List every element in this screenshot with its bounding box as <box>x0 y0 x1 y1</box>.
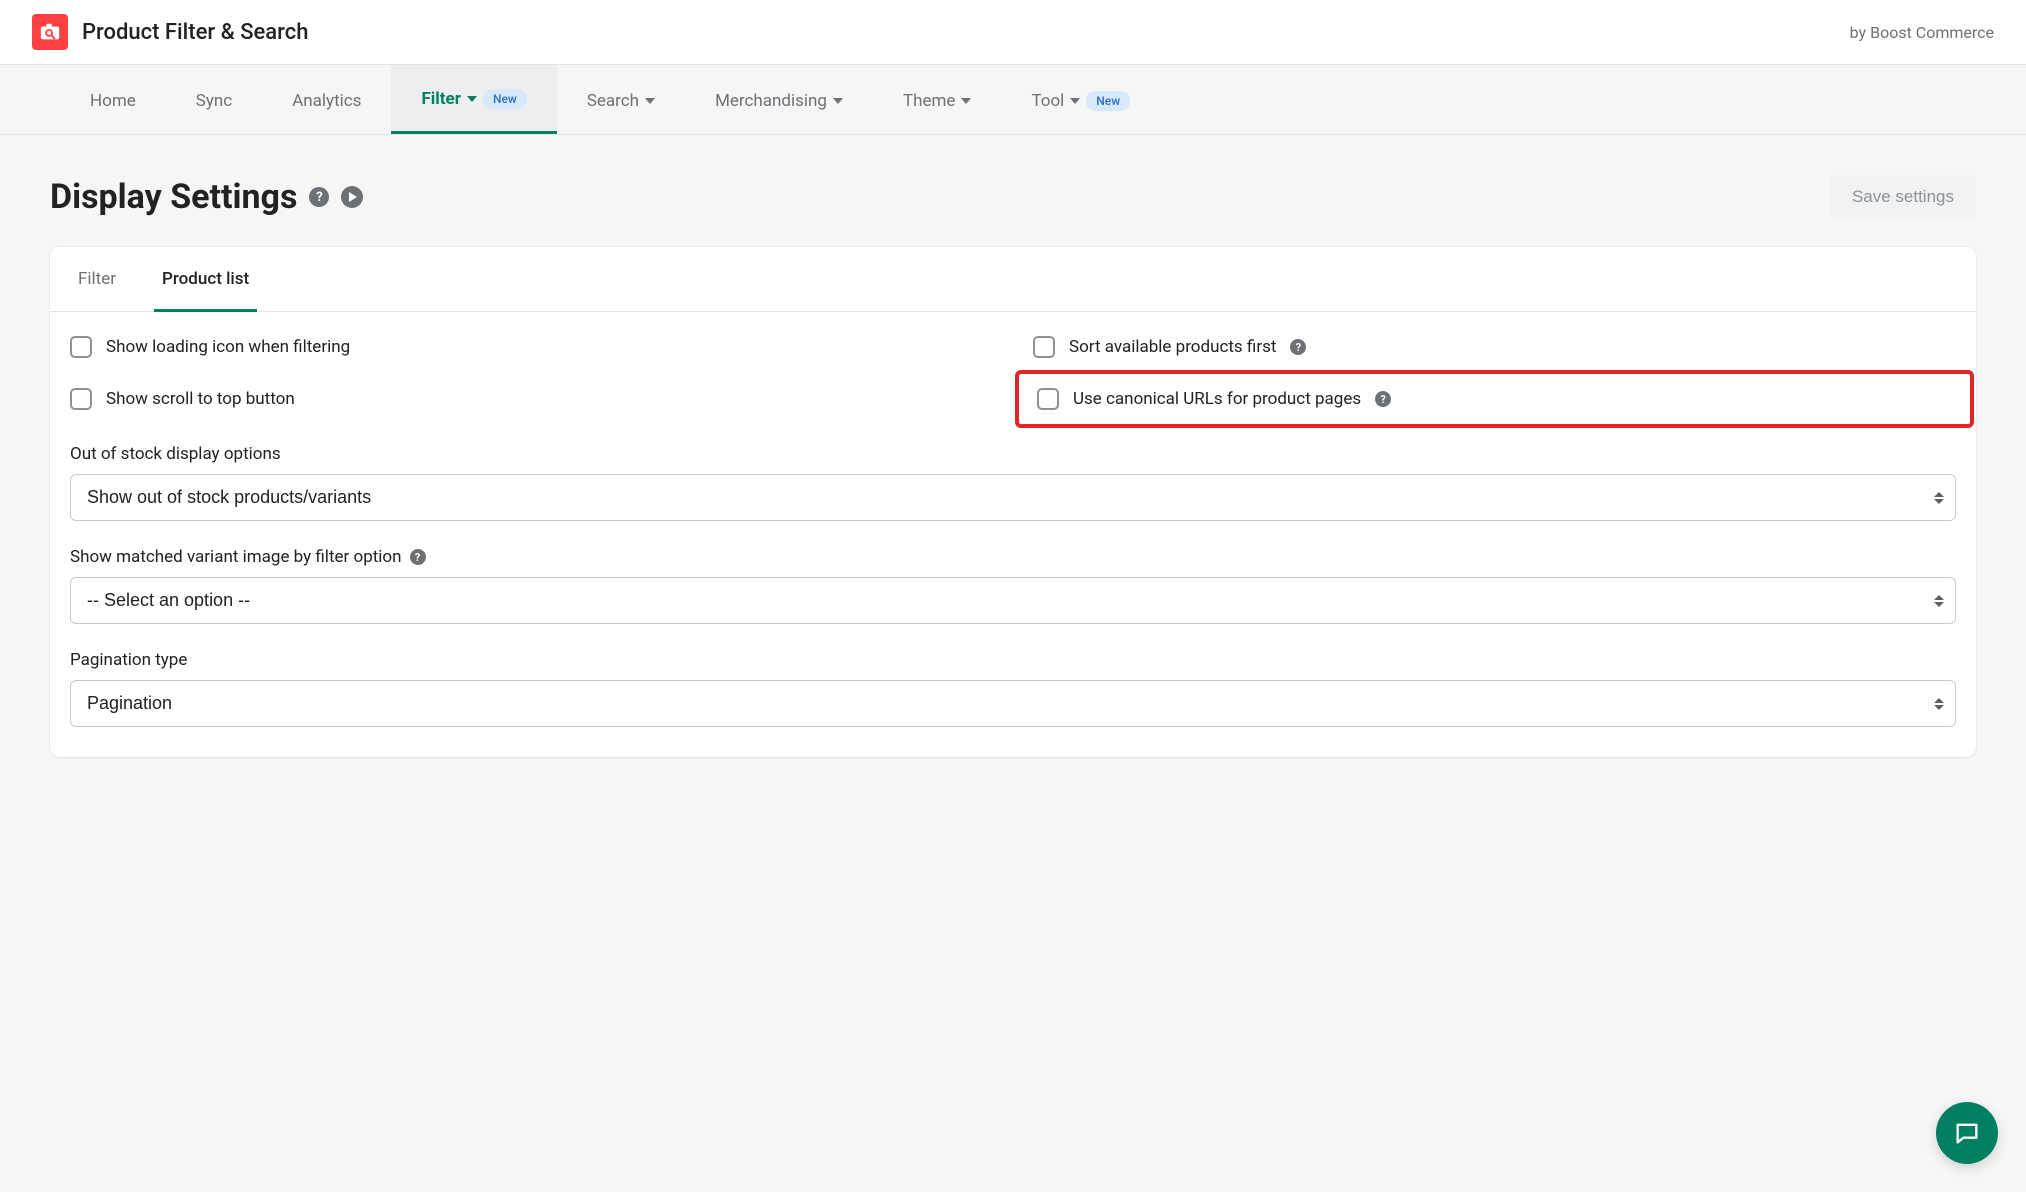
chevron-down-icon <box>833 98 843 104</box>
select-arrows-icon <box>1934 595 1944 607</box>
nav-merchandising[interactable]: Merchandising <box>685 65 873 134</box>
checkbox-label: Sort available products first <box>1069 337 1276 357</box>
page-title: Display Settings <box>50 177 297 217</box>
checkbox-grid: Show loading icon when filtering Sort av… <box>70 336 1956 414</box>
select-variant-image[interactable]: -- Select an option -- <box>70 577 1956 624</box>
tab-product-list[interactable]: Product list <box>154 247 257 311</box>
checkbox-canonical-urls[interactable]: Use canonical URLs for product pages ? <box>1037 388 1952 410</box>
select-pagination-type[interactable]: Pagination <box>70 680 1956 727</box>
help-icon[interactable]: ? <box>1375 391 1391 407</box>
app-logo <box>32 14 68 50</box>
new-badge: New <box>483 89 527 109</box>
settings-card: Filter Product list Show loading icon wh… <box>50 247 1976 757</box>
app-byline: by Boost Commerce <box>1850 23 1994 42</box>
chevron-down-icon <box>1070 98 1080 104</box>
field-out-of-stock: Out of stock display options Show out of… <box>70 444 1956 521</box>
nav-analytics[interactable]: Analytics <box>262 65 391 134</box>
field-label: Out of stock display options <box>70 444 1956 464</box>
card-body: Show loading icon when filtering Sort av… <box>50 312 1976 757</box>
nav-filter[interactable]: Filter New <box>391 65 556 134</box>
brand: Product Filter & Search <box>32 14 308 50</box>
chevron-down-icon <box>467 96 477 102</box>
play-video-icon[interactable] <box>341 186 363 208</box>
label-text: Out of stock display options <box>70 444 281 464</box>
checkbox-icon <box>70 336 92 358</box>
chat-icon <box>1953 1119 1981 1147</box>
help-icon[interactable]: ? <box>410 549 426 565</box>
nav-search[interactable]: Search <box>557 65 685 134</box>
nav-label: Tool <box>1031 91 1064 111</box>
checkbox-label: Use canonical URLs for product pages <box>1073 389 1361 409</box>
select-value[interactable]: Pagination <box>70 680 1956 727</box>
checkbox-sort-available[interactable]: Sort available products first ? <box>1033 336 1956 358</box>
help-icon[interactable]: ? <box>309 187 329 207</box>
tab-filter[interactable]: Filter <box>70 247 124 311</box>
field-variant-image: Show matched variant image by filter opt… <box>70 547 1956 624</box>
field-pagination-type: Pagination type Pagination <box>70 650 1956 727</box>
checkbox-label: Show scroll to top button <box>106 389 295 409</box>
nav-label: Search <box>587 91 639 111</box>
nav-label: Analytics <box>292 91 361 111</box>
save-settings-button[interactable]: Save settings <box>1830 175 1976 219</box>
chevron-down-icon <box>961 98 971 104</box>
select-arrows-icon <box>1934 698 1944 710</box>
app-title: Product Filter & Search <box>82 20 308 45</box>
label-text: Show matched variant image by filter opt… <box>70 547 402 567</box>
page-title-row: Display Settings ? <box>50 177 363 217</box>
checkbox-loading-icon[interactable]: Show loading icon when filtering <box>70 336 993 358</box>
main-nav: Home Sync Analytics Filter New Search Me… <box>0 65 2026 135</box>
nav-label: Merchandising <box>715 91 827 111</box>
checkbox-scroll-top[interactable]: Show scroll to top button <box>70 384 993 414</box>
checkbox-label: Show loading icon when filtering <box>106 337 350 357</box>
label-text: Pagination type <box>70 650 187 670</box>
select-arrows-icon <box>1934 492 1944 504</box>
nav-label: Theme <box>903 91 955 111</box>
nav-theme[interactable]: Theme <box>873 65 1001 134</box>
nav-home[interactable]: Home <box>60 65 166 134</box>
select-value[interactable]: -- Select an option -- <box>70 577 1956 624</box>
nav-label: Home <box>90 91 136 111</box>
card-tabs: Filter Product list <box>50 247 1976 312</box>
checkbox-icon <box>70 388 92 410</box>
app-header: Product Filter & Search by Boost Commerc… <box>0 0 2026 65</box>
nav-label: Sync <box>196 91 232 111</box>
chevron-down-icon <box>645 98 655 104</box>
select-value[interactable]: Show out of stock products/variants <box>70 474 1956 521</box>
help-icon[interactable]: ? <box>1290 339 1306 355</box>
select-out-of-stock[interactable]: Show out of stock products/variants <box>70 474 1956 521</box>
field-label: Show matched variant image by filter opt… <box>70 547 1956 567</box>
nav-tool[interactable]: Tool New <box>1001 65 1160 134</box>
checkbox-icon <box>1037 388 1059 410</box>
page-header: Display Settings ? Save settings <box>50 175 1976 219</box>
camera-search-icon <box>39 21 61 43</box>
chat-fab[interactable] <box>1936 1102 1998 1164</box>
nav-sync[interactable]: Sync <box>166 65 262 134</box>
field-label: Pagination type <box>70 650 1956 670</box>
nav-label: Filter <box>421 89 461 109</box>
highlight-box: Use canonical URLs for product pages ? <box>1015 370 1974 428</box>
new-badge: New <box>1086 91 1130 111</box>
checkbox-icon <box>1033 336 1055 358</box>
page-content: Display Settings ? Save settings Filter … <box>0 135 2026 797</box>
